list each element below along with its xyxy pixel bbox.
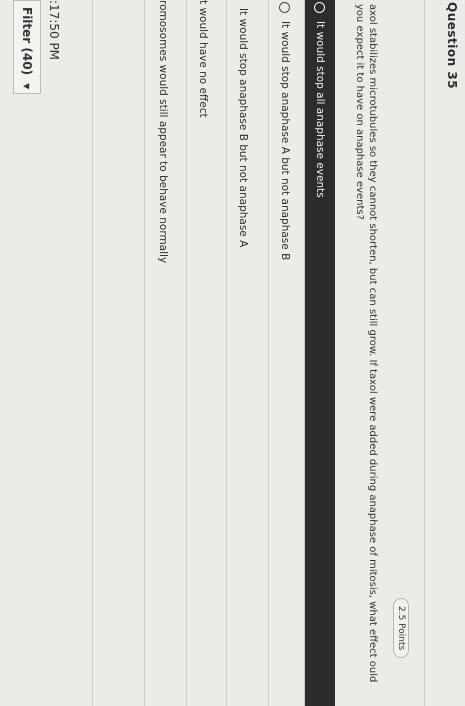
- divider: [268, 0, 269, 706]
- chevron-down-icon: ▼: [22, 83, 32, 90]
- radio-selected-icon[interactable]: [314, 2, 326, 13]
- filter-button[interactable]: Filter (40) ▼: [13, 0, 41, 94]
- rotated-page: Question 35 2.5 Points axol stabilizes m…: [0, 0, 465, 706]
- option-label: t would have no effect: [197, 0, 209, 118]
- divider: [304, 0, 305, 706]
- option-label: romosomes would still appear to behave n…: [157, 0, 169, 264]
- points-badge: 2.5 Points: [393, 598, 409, 659]
- option-label: It would stop anaphase A but not anaphas…: [279, 21, 291, 261]
- option-stop-b[interactable]: It would stop anaphase B but not anaphas…: [231, 0, 255, 706]
- option-no-effect[interactable]: t would have no effect: [191, 0, 215, 706]
- radio-icon[interactable]: [279, 2, 291, 13]
- question-title: Question 35: [445, 2, 459, 90]
- divider: [186, 0, 187, 706]
- timestamp: :17:50 PM: [47, 0, 61, 61]
- question-text: axol stabilizes microtubules so they can…: [354, 4, 378, 683]
- option-label: It would stop all anaphase events: [314, 21, 326, 198]
- divider: [226, 0, 227, 706]
- option-label: It would stop anaphase B but not anaphas…: [237, 8, 249, 248]
- divider: [92, 0, 93, 706]
- divider: [424, 0, 425, 706]
- filter-label: Filter (40): [20, 7, 34, 76]
- option-normal[interactable]: romosomes would still appear to behave n…: [151, 0, 175, 706]
- option-stop-a[interactable]: It would stop anaphase A but not anaphas…: [273, 0, 297, 706]
- option-stop-all[interactable]: It would stop all anaphase events: [305, 0, 335, 706]
- divider: [144, 0, 145, 706]
